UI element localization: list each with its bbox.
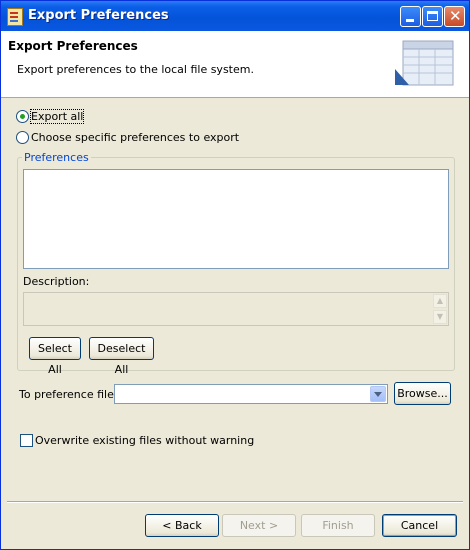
preferences-list[interactable] [23,169,449,269]
banner-title: Export Preferences [8,39,138,53]
export-all-label[interactable]: Export all [29,109,85,124]
button-separator [7,501,463,503]
export-preferences-dialog: Export Preferences ✕ Export Preferences … [0,0,470,550]
minimize-icon [406,19,414,22]
scroll-up-icon[interactable]: ▲ [433,294,447,308]
close-icon: ✕ [449,7,462,25]
maximize-button[interactable] [422,6,443,27]
window-title: Export Preferences [28,8,169,23]
maximize-icon [427,11,438,21]
next-button[interactable]: Next > [222,514,296,537]
cancel-button[interactable]: Cancel [382,514,457,537]
export-all-radio[interactable] [16,110,29,123]
back-button[interactable]: < Back [145,514,219,537]
browse-button[interactable]: Browse... [394,382,451,405]
overwrite-label[interactable]: Overwrite existing files without warning [35,434,254,447]
wizard-banner: Export Preferences Export preferences to… [1,31,469,98]
choose-specific-label[interactable]: Choose specific preferences to export [31,131,239,144]
scroll-down-icon[interactable]: ▼ [433,310,447,324]
wizard-banner-icon [395,40,454,86]
description-textarea: ▲ ▼ [23,292,449,326]
deselect-all-button[interactable]: Deselect All [89,337,154,376]
description-scrollbar[interactable]: ▲ ▼ [432,293,448,325]
choose-specific-radio[interactable] [16,131,29,144]
chevron-down-icon[interactable] [370,386,386,402]
preference-file-label: To preference file: [19,388,118,401]
finish-button[interactable]: Finish [301,514,375,537]
preferences-group-title: Preferences [22,151,91,164]
banner-description: Export preferences to the local file sys… [17,63,254,76]
overwrite-checkbox[interactable] [20,434,33,447]
export-wizard-icon [7,8,23,26]
preference-file-combo[interactable] [114,384,388,404]
close-button[interactable]: ✕ [444,6,465,27]
minimize-button[interactable] [400,6,421,27]
title-bar[interactable]: Export Preferences ✕ [1,1,469,31]
description-label: Description: [23,275,90,288]
select-all-button[interactable]: Select All [29,337,81,376]
